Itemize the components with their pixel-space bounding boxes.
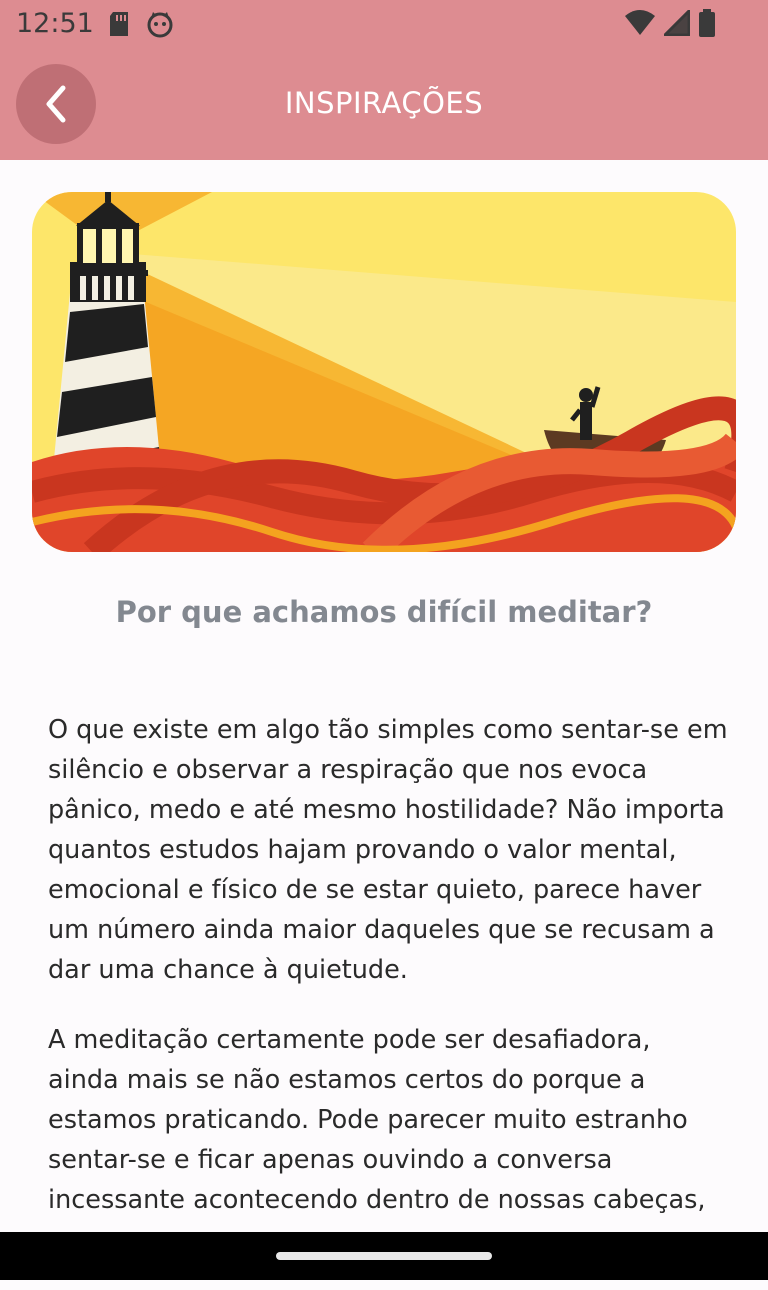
- article-paragraph: O que existe em algo tão simples como se…: [48, 715, 728, 985]
- home-indicator[interactable]: [276, 1252, 492, 1260]
- status-bar: 12:51: [0, 0, 768, 50]
- navigation-bar: [0, 1232, 768, 1280]
- wifi-icon: [625, 10, 655, 35]
- status-time: 12:51: [16, 8, 94, 39]
- app-bar: INSPIRAÇÕES: [0, 50, 768, 160]
- page-title: INSPIRAÇÕES: [284, 86, 484, 120]
- sd-card-icon: [110, 12, 128, 36]
- cat-face-icon: [147, 12, 173, 38]
- article-paragraph: A meditação certamente pode ser desafiad…: [48, 1025, 706, 1255]
- lighthouse-illustration: [32, 192, 736, 552]
- article-body: O que existe em algo tão simples como se…: [48, 710, 728, 1290]
- battery-icon: [699, 9, 715, 37]
- hero-image: [32, 192, 736, 552]
- signal-icon: [664, 10, 690, 36]
- article-title: Por que achamos difícil meditar?: [115, 595, 653, 629]
